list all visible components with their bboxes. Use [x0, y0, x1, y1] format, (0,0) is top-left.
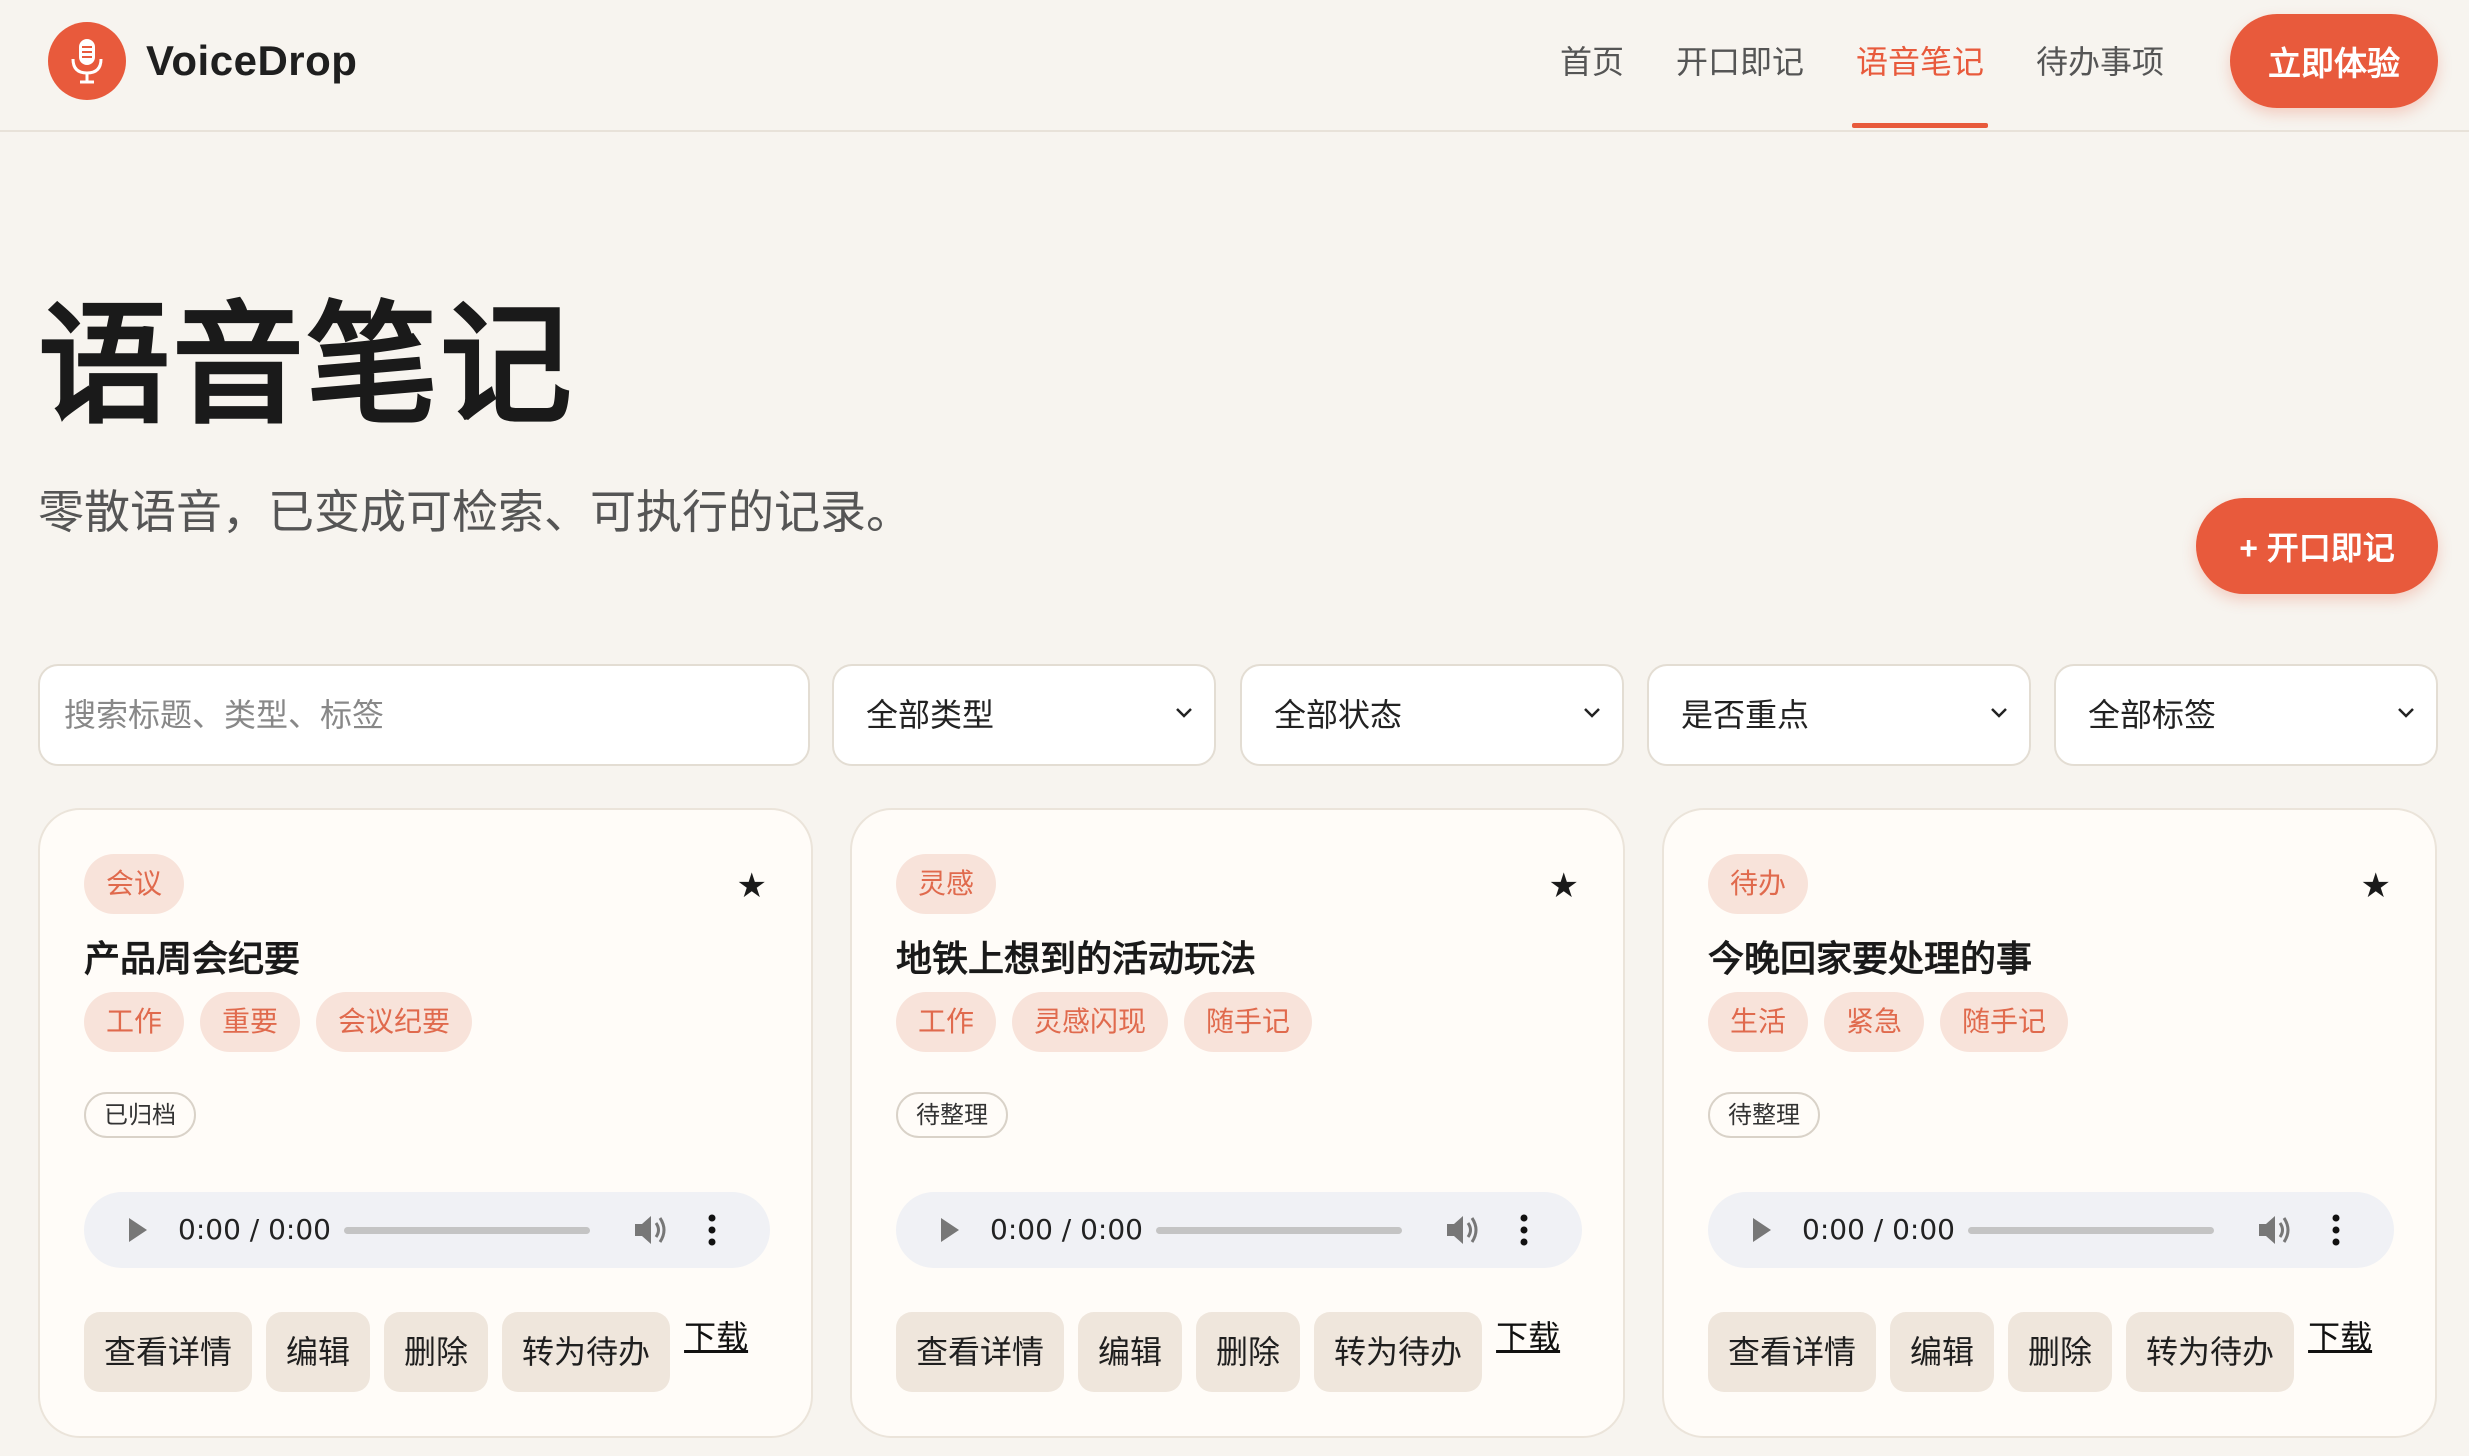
note-type-chip: 待办 [1708, 854, 1809, 914]
type-filter-value: 全部类型 [866, 696, 995, 734]
top-header: VoiceDrop 首页 开口即记 语音笔记 待办事项 立即体验 [0, 0, 2469, 132]
chevron-down-icon [2398, 708, 2414, 718]
note-tag: 生活 [1708, 992, 1809, 1052]
status-badge: 待整理 [896, 1092, 1008, 1138]
page-title: 语音笔记 [38, 289, 574, 443]
download-link[interactable]: 下载 [2308, 1312, 2372, 1362]
note-title: 今晚回家要处理的事 [1708, 939, 2033, 980]
note-card: 待办 ★ 今晚回家要处理的事 生活 紧急 随手记 待整理 0:00 / 0:00… [1662, 808, 2437, 1438]
filter-bar: 全部类型 全部状态 是否重点 全部标签 [38, 664, 2438, 766]
important-filter-select[interactable]: 是否重点 [1647, 664, 2031, 766]
audio-progress-slider[interactable] [1156, 1227, 1402, 1234]
more-options-icon[interactable] [1518, 1212, 1530, 1248]
nav-todos[interactable]: 待办事项 [2036, 38, 2164, 94]
note-tag: 重要 [200, 992, 301, 1052]
note-tag: 灵感闪现 [1012, 992, 1169, 1052]
status-badge: 待整理 [1708, 1092, 1820, 1138]
note-tags: 生活 紧急 随手记 [1708, 992, 2084, 1052]
audio-time: 0:00 / 0:00 [178, 1213, 331, 1246]
card-actions: 查看详情 编辑 删除 转为待办 下载 [84, 1312, 748, 1392]
star-icon[interactable]: ★ [2361, 866, 2391, 906]
note-tag: 工作 [896, 992, 997, 1052]
play-icon[interactable] [126, 1216, 150, 1244]
convert-to-todo-button[interactable]: 转为待办 [502, 1312, 671, 1392]
delete-button[interactable]: 删除 [384, 1312, 489, 1392]
nav-quick-record[interactable]: 开口即记 [1676, 38, 1804, 94]
star-icon[interactable]: ★ [1549, 866, 1579, 906]
delete-button[interactable]: 删除 [2008, 1312, 2113, 1392]
tag-filter-select[interactable]: 全部标签 [2054, 664, 2438, 766]
audio-player: 0:00 / 0:00 [896, 1192, 1582, 1268]
edit-button[interactable]: 编辑 [1890, 1312, 1995, 1392]
chevron-down-icon [1991, 708, 2007, 718]
type-filter-select[interactable]: 全部类型 [832, 664, 1216, 766]
volume-icon[interactable] [1444, 1212, 1482, 1248]
brand-logo[interactable]: VoiceDrop [48, 22, 357, 100]
play-icon[interactable] [1750, 1216, 1774, 1244]
edit-button[interactable]: 编辑 [1078, 1312, 1183, 1392]
chevron-down-icon [1584, 708, 1600, 718]
more-options-icon[interactable] [2330, 1212, 2342, 1248]
search-input[interactable] [38, 664, 810, 766]
view-detail-button[interactable]: 查看详情 [896, 1312, 1065, 1392]
note-tag: 会议纪要 [316, 992, 473, 1052]
audio-time: 0:00 / 0:00 [1802, 1213, 1955, 1246]
audio-player: 0:00 / 0:00 [1708, 1192, 2394, 1268]
note-type-chip: 会议 [84, 854, 185, 914]
note-card: 灵感 ★ 地铁上想到的活动玩法 工作 灵感闪现 随手记 待整理 0:00 / 0… [850, 808, 1625, 1438]
star-icon[interactable]: ★ [737, 866, 767, 906]
play-icon[interactable] [938, 1216, 962, 1244]
note-card: 会议 ★ 产品周会纪要 工作 重要 会议纪要 已归档 0:00 / 0:00 查… [38, 808, 813, 1438]
brand-name: VoiceDrop [146, 37, 358, 84]
main-nav: 首页 开口即记 语音笔记 待办事项 [1560, 38, 2216, 128]
note-tags: 工作 重要 会议纪要 [84, 992, 488, 1052]
edit-button[interactable]: 编辑 [266, 1312, 371, 1392]
convert-to-todo-button[interactable]: 转为待办 [1314, 1312, 1483, 1392]
page-subtitle: 零散语音，已变成可检索、可执行的记录。 [38, 485, 912, 539]
tag-filter-value: 全部标签 [2088, 696, 2217, 734]
note-tag: 随手记 [1184, 992, 1313, 1052]
note-tag: 工作 [84, 992, 185, 1052]
note-type-chip: 灵感 [896, 854, 997, 914]
note-tag: 紧急 [1824, 992, 1925, 1052]
more-options-icon[interactable] [706, 1212, 718, 1248]
convert-to-todo-button[interactable]: 转为待办 [2126, 1312, 2295, 1392]
audio-player: 0:00 / 0:00 [84, 1192, 770, 1268]
card-actions: 查看详情 编辑 删除 转为待办 下载 [1708, 1312, 2372, 1392]
view-detail-button[interactable]: 查看详情 [1708, 1312, 1877, 1392]
volume-icon[interactable] [632, 1212, 670, 1248]
download-link[interactable]: 下载 [1496, 1312, 1560, 1362]
microphone-icon [48, 22, 126, 100]
audio-time: 0:00 / 0:00 [990, 1213, 1143, 1246]
try-now-button[interactable]: 立即体验 [2230, 14, 2438, 108]
delete-button[interactable]: 删除 [1196, 1312, 1301, 1392]
nav-home[interactable]: 首页 [1560, 38, 1624, 94]
status-badge: 已归档 [84, 1092, 196, 1138]
volume-icon[interactable] [2256, 1212, 2294, 1248]
note-tags: 工作 灵感闪现 随手记 [896, 992, 1328, 1052]
download-link[interactable]: 下载 [684, 1312, 748, 1362]
audio-progress-slider[interactable] [344, 1227, 590, 1234]
note-title: 产品周会纪要 [84, 939, 301, 980]
nav-voice-notes[interactable]: 语音笔记 [1852, 38, 1989, 128]
note-tag: 随手记 [1940, 992, 2069, 1052]
card-actions: 查看详情 编辑 删除 转为待办 下载 [896, 1312, 1560, 1392]
view-detail-button[interactable]: 查看详情 [84, 1312, 253, 1392]
note-title: 地铁上想到的活动玩法 [896, 939, 1257, 980]
status-filter-value: 全部状态 [1274, 696, 1403, 734]
status-filter-select[interactable]: 全部状态 [1240, 664, 1624, 766]
important-filter-value: 是否重点 [1681, 696, 1810, 734]
record-now-button[interactable]: + 开口即记 [2196, 498, 2438, 594]
chevron-down-icon [1176, 708, 1192, 718]
audio-progress-slider[interactable] [1968, 1227, 2214, 1234]
